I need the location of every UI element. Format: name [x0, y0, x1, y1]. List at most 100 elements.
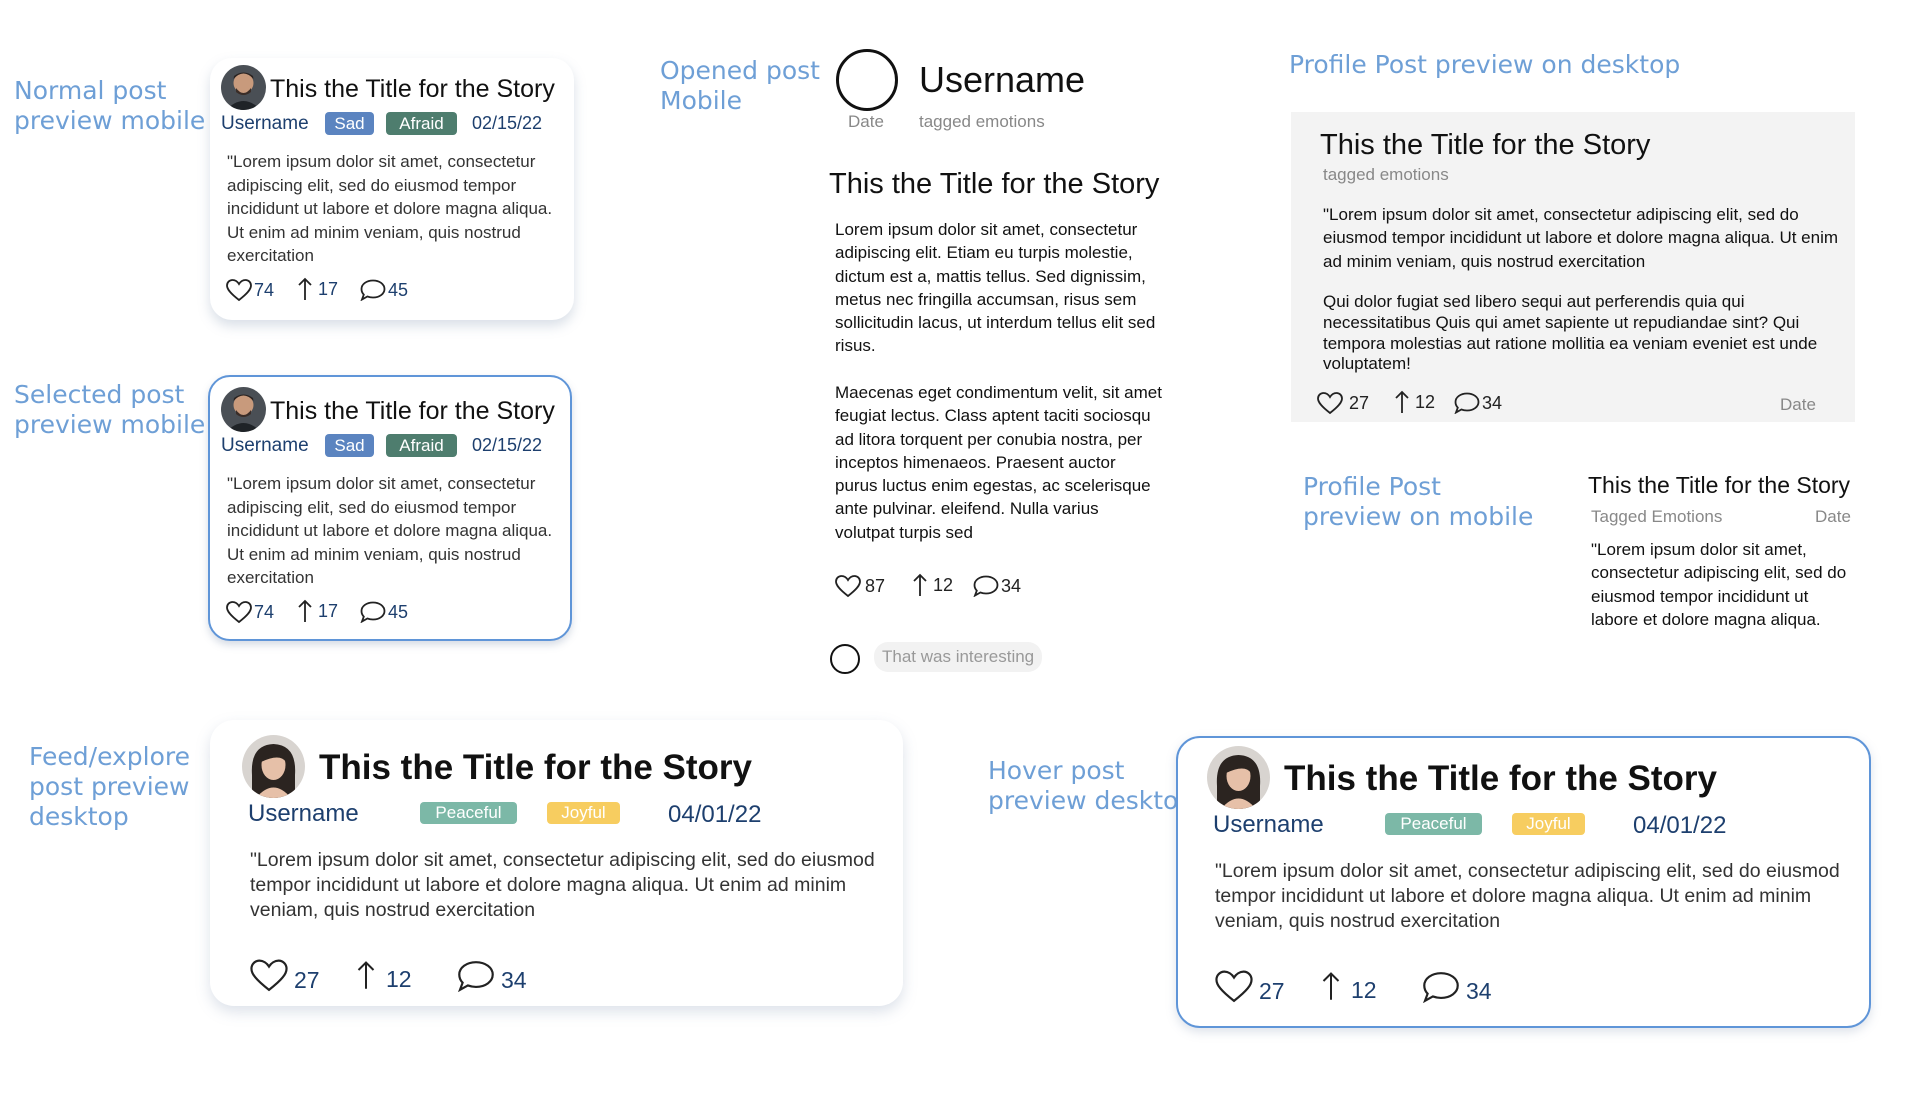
opened-paragraph-1: Lorem ipsum dolor sit amet, consectetur …: [835, 220, 1156, 356]
post-title[interactable]: This the Title for the Story: [1320, 129, 1650, 162]
post-title[interactable]: This the Title for the Story: [270, 75, 555, 104]
avatar[interactable]: [1207, 746, 1270, 809]
like-count: 27: [1259, 978, 1285, 1004]
comment-button[interactable]: 34: [1454, 392, 1502, 414]
heart-icon: [835, 575, 861, 598]
tagged-emotions: tagged emotions: [1323, 165, 1449, 184]
post-card-selected[interactable]: This the Title for the Story Username Sa…: [208, 375, 572, 641]
post-paragraph-2: Qui dolor fugiat sed libero sequi aut pe…: [1323, 292, 1818, 374]
emotion-tag-sad[interactable]: Sad: [325, 434, 374, 457]
like-count: 74: [254, 280, 275, 300]
emotion-tag-afraid[interactable]: Afraid: [386, 112, 457, 135]
emotion-tag-peaceful[interactable]: Peaceful: [1385, 813, 1482, 835]
opened-title: This the Title for the Story: [829, 168, 1160, 200]
post-card-feed[interactable]: This the Title for the Story Username Pe…: [210, 720, 903, 1006]
comment-count: 34: [1001, 575, 1022, 596]
label-profile-desktop: Profile Post preview on desktop: [1289, 50, 1681, 79]
label-line: post preview: [29, 772, 190, 801]
label-line: Profile Post: [1303, 472, 1441, 501]
post-card-hover[interactable]: This the Title for the Story Username Pe…: [1176, 736, 1871, 1028]
post-date: 04/01/22: [1633, 812, 1727, 839]
like-button[interactable]: 74: [226, 601, 274, 624]
heart-icon: [250, 959, 288, 991]
comment-count: 45: [388, 601, 409, 622]
like-count: 27: [294, 967, 320, 993]
username-link[interactable]: Username: [221, 113, 309, 135]
post-paragraph-1: "Lorem ipsum dolor sit amet, consectetur…: [1323, 205, 1839, 271]
share-count: 12: [1415, 391, 1436, 412]
like-button[interactable]: 74: [226, 279, 274, 302]
author-avatar-placeholder[interactable]: [836, 49, 898, 111]
avatar[interactable]: [221, 65, 266, 110]
opened-date: Date: [848, 112, 884, 131]
like-button[interactable]: 27: [1215, 968, 1285, 1005]
comment-button[interactable]: 34: [1422, 968, 1492, 1005]
arrow-up-icon: [1322, 971, 1340, 1000]
comment-bubble-icon: [360, 279, 386, 301]
post-date: Date: [1780, 395, 1816, 414]
comment-bubble-icon: [458, 960, 494, 992]
post-title[interactable]: This the Title for the Story: [270, 397, 555, 426]
comment-bubble-icon: [1454, 392, 1480, 414]
username-link[interactable]: Username: [248, 800, 359, 828]
like-count: 27: [1349, 393, 1370, 413]
commenter-avatar[interactable]: [830, 644, 860, 674]
comment-count: 34: [501, 967, 527, 993]
like-button[interactable]: 27: [1317, 392, 1369, 415]
post-date: 02/15/22: [472, 113, 543, 133]
post-title[interactable]: This the Title for the Story: [1284, 759, 1717, 799]
post-excerpt: "Lorem ipsum dolor sit amet, consectetur…: [250, 849, 875, 921]
comment-count: 34: [1466, 978, 1492, 1004]
label-line: desktop: [29, 802, 129, 831]
opened-username[interactable]: Username: [919, 59, 1085, 101]
like-count: 87: [865, 576, 886, 596]
username-link[interactable]: Username: [1213, 811, 1324, 839]
share-count: 17: [318, 600, 339, 621]
post-date: 02/15/22: [472, 435, 543, 455]
profile-mobile-date: Date: [1815, 507, 1851, 526]
profile-mobile-title[interactable]: This the Title for the Story: [1588, 472, 1850, 499]
arrow-up-icon: [1395, 390, 1409, 413]
profile-mobile-excerpt: "Lorem ipsum dolor sit amet, consectetur…: [1591, 540, 1847, 629]
comment-button[interactable]: 34: [457, 957, 527, 994]
arrow-up-icon: [913, 573, 927, 596]
post-excerpt: "Lorem ipsum dolor sit amet, consectetur…: [227, 152, 553, 265]
like-button[interactable]: 87: [835, 575, 885, 598]
comment-button[interactable]: 45: [360, 601, 408, 623]
like-button[interactable]: 27: [250, 957, 320, 994]
share-button[interactable]: 12: [1394, 390, 1435, 414]
post-date: 04/01/22: [668, 801, 762, 828]
label-normal-post: Normal post preview mobile: [14, 76, 205, 136]
label-line: Selected post: [14, 380, 185, 409]
avatar[interactable]: [221, 387, 266, 432]
label-feed-post: Feed/explore post preview desktop: [29, 742, 190, 832]
share-button[interactable]: 12: [1321, 967, 1377, 1004]
share-button[interactable]: 17: [297, 599, 338, 623]
like-count: 74: [254, 602, 275, 622]
post-excerpt: "Lorem ipsum dolor sit amet, consectetur…: [227, 474, 553, 587]
emotion-tag-afraid[interactable]: Afraid: [386, 434, 457, 457]
label-selected-post: Selected post preview mobile: [14, 380, 205, 440]
share-button[interactable]: 12: [912, 573, 953, 597]
emotion-tag-joyful[interactable]: Joyful: [1512, 813, 1585, 835]
profile-post-card-desktop[interactable]: This the Title for the Story tagged emot…: [1291, 112, 1855, 422]
share-button[interactable]: 17: [297, 277, 338, 301]
emotion-tag-joyful[interactable]: Joyful: [547, 802, 620, 824]
comment-button[interactable]: 34: [973, 575, 1021, 597]
avatar[interactable]: [242, 735, 305, 798]
emotion-tag-sad[interactable]: Sad: [325, 112, 374, 135]
username-link[interactable]: Username: [221, 435, 309, 457]
emotion-tag-peaceful[interactable]: Peaceful: [420, 802, 517, 824]
label-line: preview on mobile: [1303, 502, 1534, 531]
label-hover-post: Hover post preview desktop: [988, 756, 1194, 816]
post-title[interactable]: This the Title for the Story: [319, 748, 752, 788]
share-button[interactable]: 12: [356, 956, 412, 993]
opened-paragraph-2: Maecenas eget condimentum velit, sit ame…: [835, 383, 1162, 542]
comment-bubble: That was interesting: [874, 642, 1043, 672]
comment-button[interactable]: 45: [360, 279, 408, 301]
post-card-normal[interactable]: This the Title for the Story Username Sa…: [210, 58, 574, 320]
label-line: Feed/explore: [29, 742, 191, 771]
heart-icon: [1317, 392, 1343, 415]
share-count: 12: [933, 574, 954, 595]
arrow-up-icon: [298, 277, 312, 300]
